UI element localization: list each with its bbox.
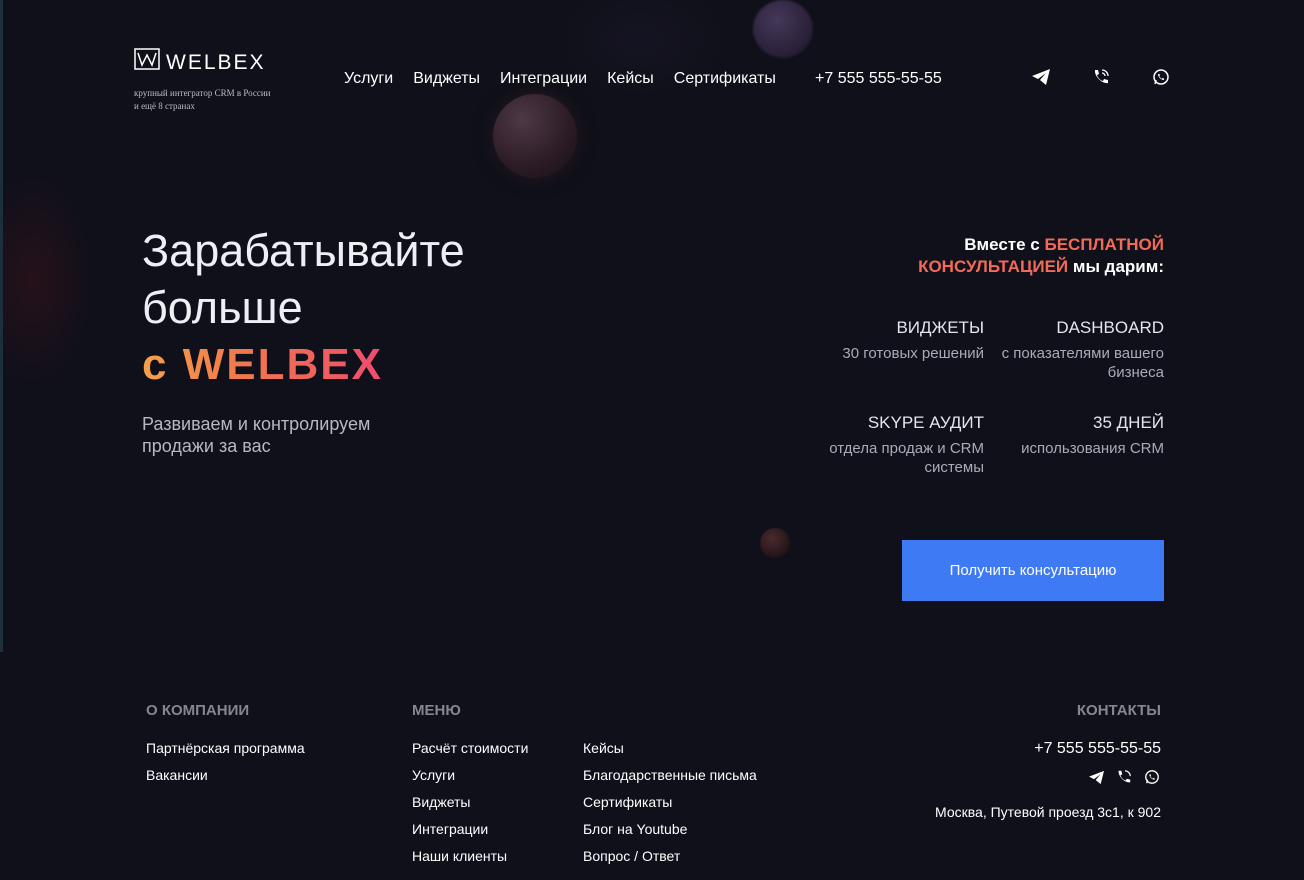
hero-subheading: Развиваем и контролируем продажи за вас: [142, 414, 371, 456]
header-social-icons: [1030, 66, 1172, 88]
decorative-sphere: [753, 0, 813, 58]
whatsapp-icon[interactable]: [1150, 66, 1172, 88]
main-nav: Услуги Виджеты Интеграции Кейсы Сертифик…: [344, 70, 776, 88]
nav-item-widgets[interactable]: Виджеты: [413, 70, 480, 88]
feature-desc: с показателями вашего бизнеса: [1001, 345, 1164, 381]
nav-item-integrations[interactable]: Интеграции: [500, 70, 587, 88]
footer-menu-col-2: Кейсы Благодарственные письма Сертификат…: [583, 740, 757, 865]
feature-title: SKYPE АУДИТ: [867, 413, 984, 432]
footer-social-icons: [1087, 768, 1161, 786]
headline-line-1: Зарабатывайте: [142, 225, 465, 276]
footer-phone[interactable]: +7 555 555-55-55: [1034, 740, 1161, 758]
nav-item-certificates[interactable]: Сертификаты: [674, 70, 776, 88]
telegram-icon[interactable]: [1087, 768, 1105, 786]
footer-link-vacancies[interactable]: Вакансии: [146, 767, 305, 784]
offer-prefix: Вместе с: [964, 235, 1045, 254]
feature-desc: использования CRM: [1021, 440, 1164, 457]
decorative-sphere: [493, 94, 577, 178]
logo-subtitle: крупный интегратор CRM в России и ещё 8 …: [134, 88, 271, 111]
decorative-sphere: [760, 528, 790, 558]
offer-text: Вместе с БЕСПЛАТНОЙ КОНСУЛЬТАЦИЕЙ мы дар…: [834, 234, 1164, 278]
footer-link-partner-program[interactable]: Партнёрская программа: [146, 740, 305, 757]
offer-suffix: мы дарим:: [1068, 257, 1164, 276]
offer-highlight-1: БЕСПЛАТНОЙ: [1044, 235, 1164, 254]
footer-menu-heading: МЕНЮ: [412, 702, 461, 719]
whatsapp-icon[interactable]: [1143, 768, 1161, 786]
logo[interactable]: WELBEX крупный интегратор CRM в России и…: [134, 48, 274, 113]
footer-contacts-heading: КОНТАКТЫ: [1076, 702, 1161, 719]
footer-address: Москва, Путевой проезд 3с1, к 902: [935, 804, 1161, 820]
logo-text: WELBEX: [166, 50, 266, 74]
hero-headline: Зарабатывайте больше: [142, 222, 465, 336]
footer-link-widgets[interactable]: Виджеты: [412, 794, 528, 811]
footer-about-links: Партнёрская программа Вакансии: [146, 740, 305, 784]
offer-highlight-2: КОНСУЛЬТАЦИЕЙ: [918, 257, 1069, 276]
footer-about-heading: О КОМПАНИИ: [146, 702, 250, 719]
get-consultation-button[interactable]: Получить консультацию: [902, 540, 1164, 601]
feature-title: ВИДЖЕТЫ: [896, 318, 984, 337]
logo-mark-icon: [134, 48, 160, 77]
footer-link-certificates[interactable]: Сертификаты: [583, 794, 757, 811]
feature-title: 35 ДНЕЙ: [1093, 413, 1164, 432]
feature-widgets: ВИДЖЕТЫ 30 готовых решений: [814, 318, 984, 363]
feature-title: DASHBOARD: [1056, 318, 1164, 337]
footer-link-thank-you-letters[interactable]: Благодарственные письма: [583, 767, 757, 784]
telegram-icon[interactable]: [1030, 66, 1052, 88]
footer-link-youtube-blog[interactable]: Блог на Youtube: [583, 821, 757, 838]
nav-item-cases[interactable]: Кейсы: [607, 70, 654, 88]
footer-link-integrations[interactable]: Интеграции: [412, 821, 528, 838]
feature-skype-audit: SKYPE АУДИТ отдела продаж и CRM системы: [814, 413, 984, 477]
feature-desc: отдела продаж и CRM системы: [829, 440, 984, 476]
footer-menu-col-1: Расчёт стоимости Услуги Виджеты Интеграц…: [412, 740, 528, 865]
headline-line-2: больше: [142, 282, 303, 333]
footer-link-services[interactable]: Услуги: [412, 767, 528, 784]
footer-link-cases[interactable]: Кейсы: [583, 740, 757, 757]
phone-call-icon[interactable]: [1115, 768, 1133, 786]
footer-link-clients[interactable]: Наши клиенты: [412, 848, 528, 865]
footer-link-faq[interactable]: Вопрос / Ответ: [583, 848, 757, 865]
brand-tagline: с WELBEX: [142, 340, 383, 389]
feature-35-days: 35 ДНЕЙ использования CRM: [994, 413, 1164, 458]
header-phone[interactable]: +7 555 555-55-55: [815, 70, 942, 88]
phone-call-icon[interactable]: [1090, 66, 1112, 88]
feature-desc: 30 готовых решений: [842, 345, 984, 362]
feature-dashboard: DASHBOARD с показателями вашего бизнеса: [994, 318, 1164, 382]
nav-item-services[interactable]: Услуги: [344, 70, 393, 88]
footer-link-pricing[interactable]: Расчёт стоимости: [412, 740, 528, 757]
